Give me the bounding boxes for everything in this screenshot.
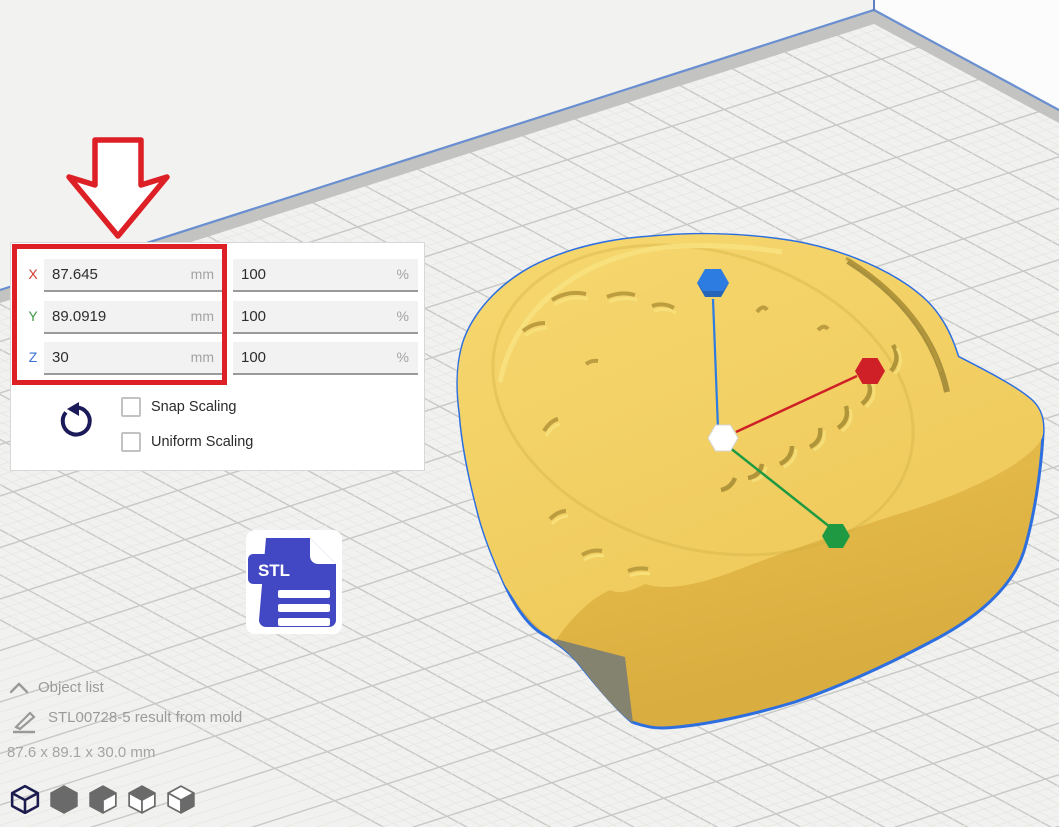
snap-scaling-label: Snap Scaling (151, 399, 236, 415)
view-front-button[interactable] (49, 784, 79, 814)
reset-scale-button[interactable] (55, 401, 95, 441)
uniform-scaling-checkbox[interactable] (121, 432, 141, 452)
scale-z-percent-field[interactable]: % (233, 342, 418, 375)
axis-x-label: X (25, 266, 41, 282)
uniform-scaling-label: Uniform Scaling (151, 434, 253, 450)
reset-icon-arrowhead (67, 402, 79, 416)
view-top-button[interactable] (88, 784, 118, 814)
doc-text-line (278, 604, 330, 612)
view-3d-button[interactable] (10, 784, 40, 814)
scale-z-mm-field[interactable]: mm (44, 342, 223, 375)
scale-x-percent-input[interactable] (241, 259, 371, 290)
slicer-app: X mm % Y mm % Z mm (0, 0, 1059, 827)
scale-y-mm-input[interactable] (52, 301, 177, 332)
axis-y-label: Y (25, 308, 41, 324)
per-object-settings-icon (10, 708, 38, 734)
scale-y-percent-input[interactable] (241, 301, 371, 332)
camera-view-toolbar (10, 784, 196, 814)
scale-x-percent-unit: % (397, 266, 409, 282)
scale-x-percent-field[interactable]: % (233, 259, 418, 292)
stl-label-text: STL (258, 561, 290, 580)
scale-tool-panel: X mm % Y mm % Z mm (10, 242, 425, 471)
scale-y-mm-field[interactable]: mm (44, 301, 223, 334)
cube-front-white-icon (129, 786, 155, 813)
cube-solid-icon (51, 786, 77, 813)
scale-x-mm-field[interactable]: mm (44, 259, 223, 292)
scale-z-percent-input[interactable] (241, 342, 371, 373)
view-left-button[interactable] (127, 784, 157, 814)
view-right-button[interactable] (166, 784, 196, 814)
axis-z-label: Z (25, 349, 41, 365)
scale-x-mm-unit: mm (191, 266, 214, 282)
stl-file-icon: STL (236, 524, 348, 638)
scale-row-z: Z mm % (11, 342, 424, 376)
scale-x-mm-input[interactable] (52, 259, 177, 290)
scale-y-mm-unit: mm (191, 308, 214, 324)
doc-text-line (278, 590, 330, 598)
collapse-chevron-icon[interactable] (8, 682, 30, 694)
model-dimensions-text: 87.6 x 89.1 x 30.0 mm (7, 744, 155, 761)
scale-z-percent-unit: % (397, 349, 409, 365)
scale-z-mm-unit: mm (191, 349, 214, 365)
scale-y-percent-unit: % (397, 308, 409, 324)
object-list-header[interactable]: Object list (38, 679, 104, 696)
scale-row-x: X mm % (11, 259, 424, 293)
snap-scaling-checkbox[interactable] (121, 397, 141, 417)
scale-y-percent-field[interactable]: % (233, 301, 418, 334)
scale-row-y: Y mm % (11, 301, 424, 335)
doc-text-line (278, 618, 330, 626)
cube-top-white-icon (168, 786, 194, 813)
cube-right-white-icon (90, 786, 116, 813)
scale-z-mm-input[interactable] (52, 342, 177, 373)
object-list-item[interactable]: STL00728-5 result from mold (48, 709, 242, 726)
